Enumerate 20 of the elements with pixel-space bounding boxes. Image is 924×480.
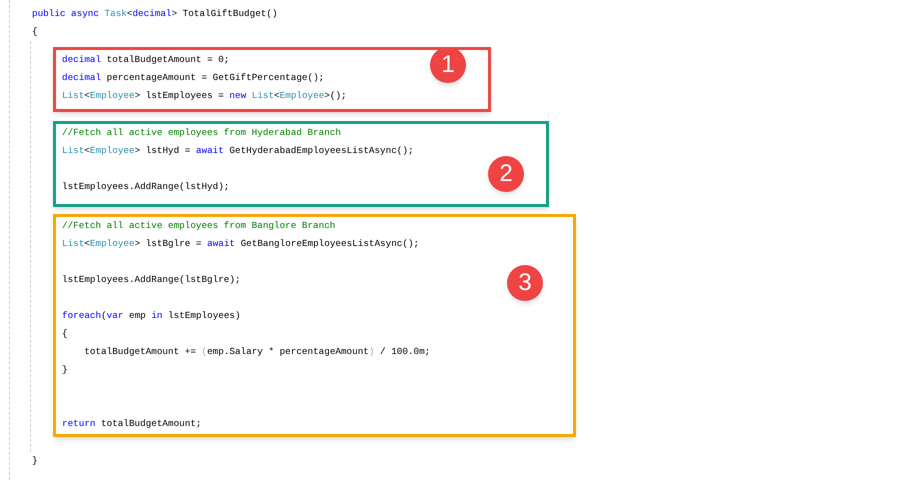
code-line: List<Employee> lstEmployees = new List<Employee>(); bbox=[62, 89, 347, 103]
code-line: decimal percentageAmount = GetGiftPercentage(); bbox=[62, 71, 324, 85]
code-line: } bbox=[32, 454, 38, 468]
code-line: decimal totalBudgetAmount = 0; bbox=[62, 53, 230, 67]
code-line: { bbox=[32, 25, 38, 39]
code-line: foreach(var emp in lstEmployees) bbox=[62, 309, 241, 323]
step-badge: 2 bbox=[488, 156, 524, 192]
code-line: totalBudgetAmount += (emp.Salary * percentageAmount) / 100.0m; bbox=[83, 345, 430, 359]
step-badge: 1 bbox=[430, 47, 466, 83]
step-badge: 3 bbox=[507, 265, 543, 301]
code-line: lstEmployees.AddRange(lstHyd); bbox=[62, 180, 230, 194]
code-line: return totalBudgetAmount; bbox=[62, 417, 202, 431]
code-line: { bbox=[62, 327, 68, 341]
code-line: List<Employee> lstHyd = await GetHyderabadEmployeesListAsync(); bbox=[62, 144, 414, 158]
code-line: //Fetch all active employees from Hyderabad Branch bbox=[62, 126, 341, 140]
code-line: } bbox=[62, 363, 68, 377]
code-line: //Fetch all active employees from Banglore Branch bbox=[62, 219, 336, 233]
code-line: List<Employee> lstBglre = await GetBangloreEmployeesListAsync(); bbox=[62, 237, 420, 251]
code-line: public async Task<decimal> TotalGiftBudget() bbox=[32, 7, 278, 21]
code-line: lstEmployees.AddRange(lstBglre); bbox=[62, 273, 241, 287]
